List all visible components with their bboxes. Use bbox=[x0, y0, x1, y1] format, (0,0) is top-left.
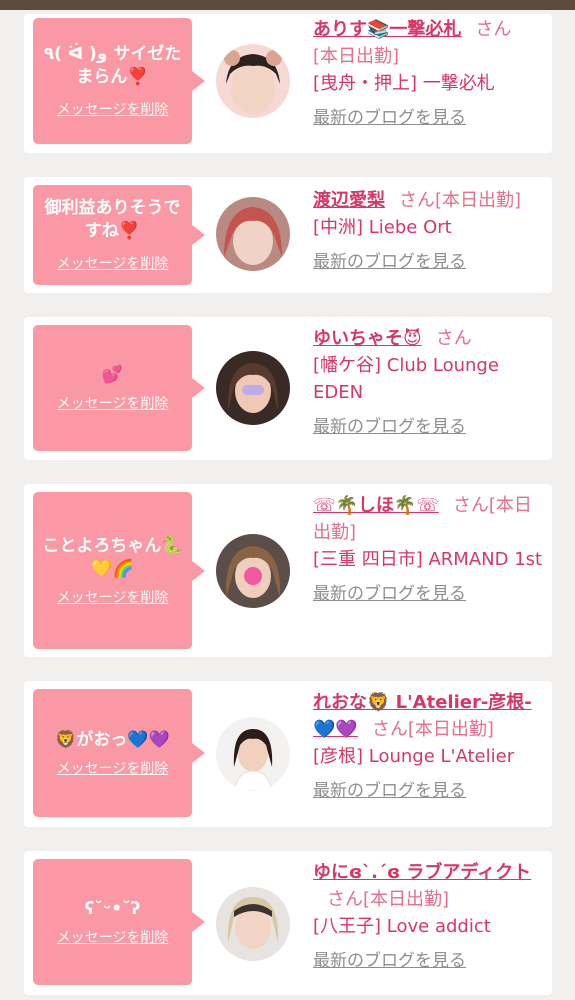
message-text: 🦁がおっ💙💜 bbox=[55, 729, 170, 750]
message-bubble: 🦁がおっ💙💜 メッセージを削除 bbox=[33, 689, 205, 817]
cast-info: ありす📚一撃必札 さん [本日出勤] [曳舟・押上] 一撃必札 最新のブログを見る bbox=[313, 16, 545, 132]
avatar[interactable] bbox=[216, 351, 290, 425]
message-text: 💕 bbox=[101, 364, 124, 385]
shop-name: [幡ケ谷] Club Lounge EDEN bbox=[313, 355, 499, 403]
honorific: さん bbox=[452, 495, 489, 516]
status-badge: [本日出勤] bbox=[363, 889, 450, 910]
shop-name: [曳舟・押上] 一撃必札 bbox=[313, 73, 495, 94]
shop-name: [彦根] Lounge L'Atelier bbox=[313, 746, 515, 767]
delete-message-link[interactable]: メッセージを削除 bbox=[57, 253, 169, 273]
message-text: ʕ˘ᵕ•˘ʔ bbox=[84, 898, 141, 919]
latest-blog-link[interactable]: 最新のブログを見る bbox=[313, 581, 545, 608]
honorific: さん bbox=[371, 719, 408, 740]
avatar[interactable] bbox=[216, 887, 290, 961]
message-card: 御利益ありそうですね❣️ メッセージを削除 渡辺愛梨 さん[本日出勤] [中洲] … bbox=[24, 177, 552, 293]
cast-name-link[interactable]: ☏🌴しほ🌴☏ bbox=[313, 495, 439, 516]
message-card: 🦁がおっ💙💜 メッセージを削除 れおな🦁 L'Atelier-彦根-💙💜 さん[本… bbox=[24, 681, 552, 827]
shop-name: [八王子] Love addict bbox=[313, 916, 491, 937]
status-badge: [本日出勤] bbox=[313, 46, 400, 67]
delete-message-link[interactable]: メッセージを削除 bbox=[57, 758, 169, 778]
status-badge: [本日出勤] bbox=[407, 719, 494, 740]
cast-info: ゆいちゃそ😈 さん [幡ケ谷] Club Lounge EDEN 最新のブログを見… bbox=[313, 325, 545, 441]
delete-message-link[interactable]: メッセージを削除 bbox=[57, 587, 169, 607]
message-text: ことよろちゃん🐍💛🌈 bbox=[42, 535, 183, 579]
shop-name: [三重 四日市] ARMAND 1st bbox=[313, 549, 543, 570]
delete-message-link[interactable]: メッセージを削除 bbox=[57, 393, 169, 413]
message-card: ٩( ᐛ )و サイゼたまらん❣️ メッセージを削除 ありす📚一撃必札 さん [本… bbox=[24, 14, 552, 153]
delete-message-link[interactable]: メッセージを削除 bbox=[57, 99, 169, 119]
delete-message-link[interactable]: メッセージを削除 bbox=[57, 927, 169, 947]
cast-info: ☏🌴しほ🌴☏ さん[本日出勤] [三重 四日市] ARMAND 1st 最新のブロ… bbox=[313, 492, 545, 608]
latest-blog-link[interactable]: 最新のブログを見る bbox=[313, 778, 545, 805]
message-bubble: ʕ˘ᵕ•˘ʔ メッセージを削除 bbox=[33, 859, 205, 985]
cast-name-link[interactable]: ゆにɞ`.´ɞ ラブアディクト bbox=[313, 862, 531, 883]
message-bubble: ٩( ᐛ )و サイゼたまらん❣️ メッセージを削除 bbox=[33, 18, 205, 144]
honorific: さん bbox=[435, 328, 472, 349]
top-bar bbox=[0, 0, 575, 10]
message-text: 御利益ありそうですね❣️ bbox=[44, 198, 181, 241]
message-card: 💕 メッセージを削除 ゆいちゃそ😈 さん [幡ケ谷] Club Lounge ED… bbox=[24, 317, 552, 460]
latest-blog-link[interactable]: 最新のブログを見る bbox=[313, 105, 545, 132]
honorific: さん bbox=[399, 190, 435, 211]
cast-info: れおな🦁 L'Atelier-彦根-💙💜 さん[本日出勤] [彦根] Lounge… bbox=[313, 689, 545, 805]
message-card: ことよろちゃん🐍💛🌈 メッセージを削除 ☏🌴しほ🌴☏ さん[本日出勤] [三重 四… bbox=[24, 484, 552, 657]
cast-info: 渡辺愛梨 さん[本日出勤] [中洲] Liebe Ort 最新のブログを見る bbox=[313, 187, 545, 276]
message-card: ʕ˘ᵕ•˘ʔ メッセージを削除 ゆにɞ`.´ɞ ラブアディクトさん[本日出勤] … bbox=[24, 851, 552, 995]
status-badge: [本日出勤] bbox=[435, 190, 522, 211]
cast-info: ゆにɞ`.´ɞ ラブアディクトさん[本日出勤] [八王子] Love addic… bbox=[313, 859, 545, 975]
cast-name-link[interactable]: ありす📚一撃必札 bbox=[313, 19, 461, 40]
message-bubble: ことよろちゃん🐍💛🌈 メッセージを削除 bbox=[33, 492, 205, 649]
avatar[interactable] bbox=[216, 717, 290, 791]
message-bubble: 御利益ありそうですね❣️ メッセージを削除 bbox=[33, 185, 205, 285]
latest-blog-link[interactable]: 最新のブログを見る bbox=[313, 249, 545, 276]
cast-name-link[interactable]: ゆいちゃそ😈 bbox=[313, 328, 422, 349]
shop-name: [中洲] Liebe Ort bbox=[313, 217, 452, 238]
latest-blog-link[interactable]: 最新のブログを見る bbox=[313, 948, 545, 975]
message-text: ٩( ᐛ )و サイゼたまらん❣️ bbox=[43, 44, 182, 87]
avatar[interactable] bbox=[216, 534, 290, 608]
avatar[interactable] bbox=[216, 197, 290, 271]
cast-name-link[interactable]: 渡辺愛梨 bbox=[313, 190, 385, 211]
latest-blog-link[interactable]: 最新のブログを見る bbox=[313, 414, 545, 441]
message-bubble: 💕 メッセージを削除 bbox=[33, 325, 205, 451]
avatar[interactable] bbox=[216, 44, 290, 118]
honorific: さん bbox=[475, 19, 512, 40]
honorific: さん bbox=[327, 889, 363, 910]
